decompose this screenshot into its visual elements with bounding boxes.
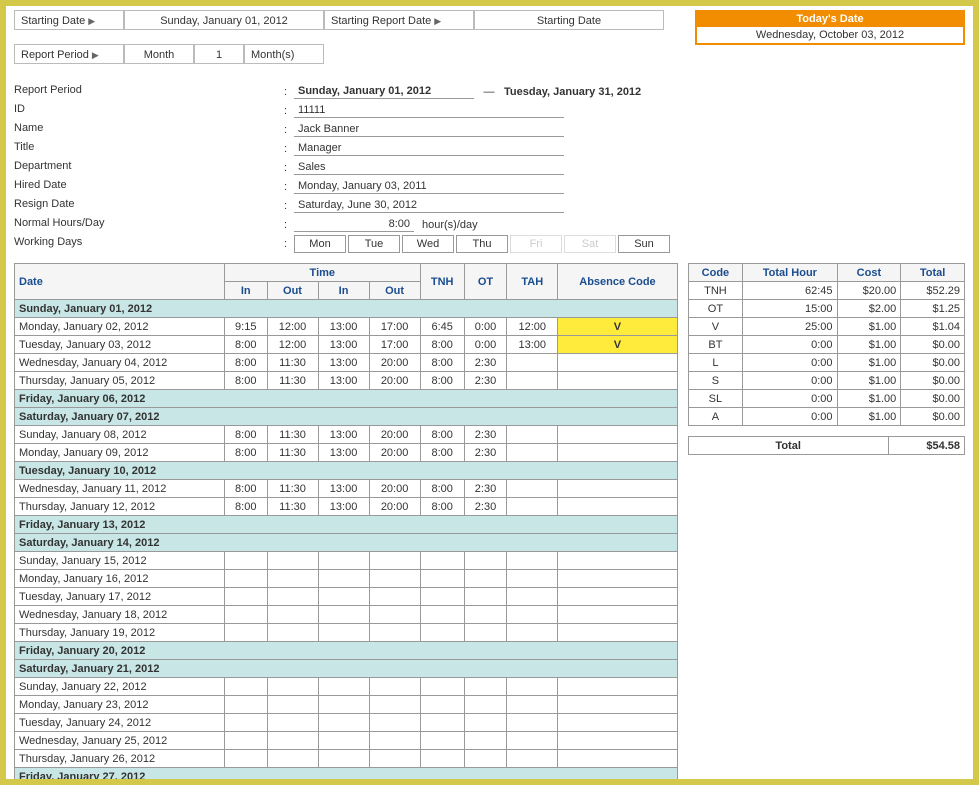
summary-row: A0:00$1.00$0.00 bbox=[688, 408, 964, 426]
table-row: Monday, January 09, 20128:0011:3013:0020… bbox=[15, 444, 678, 462]
table-row: Monday, January 02, 20129:1512:0013:0017… bbox=[15, 318, 678, 336]
summary-row: S0:00$1.00$0.00 bbox=[688, 372, 964, 390]
working-days-row: MonTueWedThuFriSatSun bbox=[294, 235, 672, 253]
summary-table: CodeTotal HourCostTotal TNH62:45$20.00$5… bbox=[688, 263, 965, 426]
lbl-department: Department bbox=[14, 158, 284, 177]
today-date-box: Today's Date Wednesday, October 03, 2012 bbox=[695, 10, 965, 45]
today-label: Today's Date bbox=[697, 12, 963, 26]
table-row: Sunday, January 01, 2012 bbox=[15, 300, 678, 318]
val-period-end: Tuesday, January 31, 2012 bbox=[504, 86, 641, 98]
val-resign-date[interactable]: Saturday, June 30, 2012 bbox=[294, 198, 564, 213]
table-row: Thursday, January 26, 2012 bbox=[15, 750, 678, 768]
summary-row: L0:00$1.00$0.00 bbox=[688, 354, 964, 372]
table-row: Tuesday, January 10, 2012 bbox=[15, 462, 678, 480]
grand-total-table: Total$54.58 bbox=[688, 436, 965, 455]
period-count[interactable]: 1 bbox=[194, 44, 244, 64]
day-wed[interactable]: Wed bbox=[402, 235, 454, 253]
table-row: Sunday, January 22, 2012 bbox=[15, 678, 678, 696]
lbl-hired-date: Hired Date bbox=[14, 177, 284, 196]
starting-report-date-value[interactable]: Starting Date bbox=[474, 10, 664, 30]
summary-row: TNH62:45$20.00$52.29 bbox=[688, 282, 964, 300]
lbl-resign-date: Resign Date bbox=[14, 196, 284, 215]
day-sat[interactable]: Sat bbox=[564, 235, 616, 253]
starting-date-label: Starting Date▶ bbox=[14, 10, 124, 30]
lbl-normal-hours: Normal Hours/Day bbox=[14, 215, 284, 234]
val-id[interactable]: 11111 bbox=[294, 103, 564, 118]
table-row: Saturday, January 14, 2012 bbox=[15, 534, 678, 552]
val-name[interactable]: Jack Banner bbox=[294, 122, 564, 137]
summary-row: V25:00$1.00$1.04 bbox=[688, 318, 964, 336]
table-row: Thursday, January 05, 20128:0011:3013:00… bbox=[15, 372, 678, 390]
lbl-report-period: Report Period bbox=[14, 82, 284, 101]
val-period-start: Sunday, January 01, 2012 bbox=[294, 84, 474, 99]
day-thu[interactable]: Thu bbox=[456, 235, 508, 253]
table-row: Sunday, January 15, 2012 bbox=[15, 552, 678, 570]
day-mon[interactable]: Mon bbox=[294, 235, 346, 253]
table-row: Tuesday, January 24, 2012 bbox=[15, 714, 678, 732]
today-value: Wednesday, October 03, 2012 bbox=[697, 26, 963, 43]
lbl-id: ID bbox=[14, 101, 284, 120]
table-row: Friday, January 20, 2012 bbox=[15, 642, 678, 660]
table-row: Saturday, January 21, 2012 bbox=[15, 660, 678, 678]
starting-report-date-label: Starting Report Date▶ bbox=[324, 10, 474, 30]
table-row: Tuesday, January 03, 20128:0012:0013:001… bbox=[15, 336, 678, 354]
timesheet-table: DateTimeTNHOTTAHAbsence Code InOutInOut … bbox=[14, 263, 678, 779]
lbl-working-days: Working Days bbox=[14, 234, 284, 253]
table-row: Monday, January 23, 2012 bbox=[15, 696, 678, 714]
grand-total-label: Total bbox=[688, 437, 888, 455]
table-row: Wednesday, January 04, 20128:0011:3013:0… bbox=[15, 354, 678, 372]
summary-row: SL0:00$1.00$0.00 bbox=[688, 390, 964, 408]
day-tue[interactable]: Tue bbox=[348, 235, 400, 253]
lbl-name: Name bbox=[14, 120, 284, 139]
table-row: Friday, January 13, 2012 bbox=[15, 516, 678, 534]
table-row: Wednesday, January 11, 20128:0011:3013:0… bbox=[15, 480, 678, 498]
day-fri[interactable]: Fri bbox=[510, 235, 562, 253]
summary-row: OT15:00$2.00$1.25 bbox=[688, 300, 964, 318]
table-row: Wednesday, January 25, 2012 bbox=[15, 732, 678, 750]
report-period-label: Report Period▶ bbox=[14, 44, 124, 64]
table-row: Wednesday, January 18, 2012 bbox=[15, 606, 678, 624]
lbl-title: Title bbox=[14, 139, 284, 158]
summary-row: BT0:00$1.00$0.00 bbox=[688, 336, 964, 354]
table-row: Tuesday, January 17, 2012 bbox=[15, 588, 678, 606]
table-row: Friday, January 27, 2012 bbox=[15, 768, 678, 780]
starting-date-value[interactable]: Sunday, January 01, 2012 bbox=[124, 10, 324, 30]
table-row: Friday, January 06, 2012 bbox=[15, 390, 678, 408]
period-suffix: Month(s) bbox=[244, 44, 324, 64]
val-department[interactable]: Sales bbox=[294, 160, 564, 175]
day-sun[interactable]: Sun bbox=[618, 235, 670, 253]
period-unit[interactable]: Month bbox=[124, 44, 194, 64]
table-row: Sunday, January 08, 20128:0011:3013:0020… bbox=[15, 426, 678, 444]
table-row: Saturday, January 07, 2012 bbox=[15, 408, 678, 426]
val-hired-date[interactable]: Monday, January 03, 2011 bbox=[294, 179, 564, 194]
table-row: Monday, January 16, 2012 bbox=[15, 570, 678, 588]
val-normal-hours[interactable]: 8:00 bbox=[294, 217, 414, 232]
table-row: Thursday, January 19, 2012 bbox=[15, 624, 678, 642]
grand-total-value: $54.58 bbox=[888, 437, 964, 455]
val-title[interactable]: Manager bbox=[294, 141, 564, 156]
table-row: Thursday, January 12, 20128:0011:3013:00… bbox=[15, 498, 678, 516]
